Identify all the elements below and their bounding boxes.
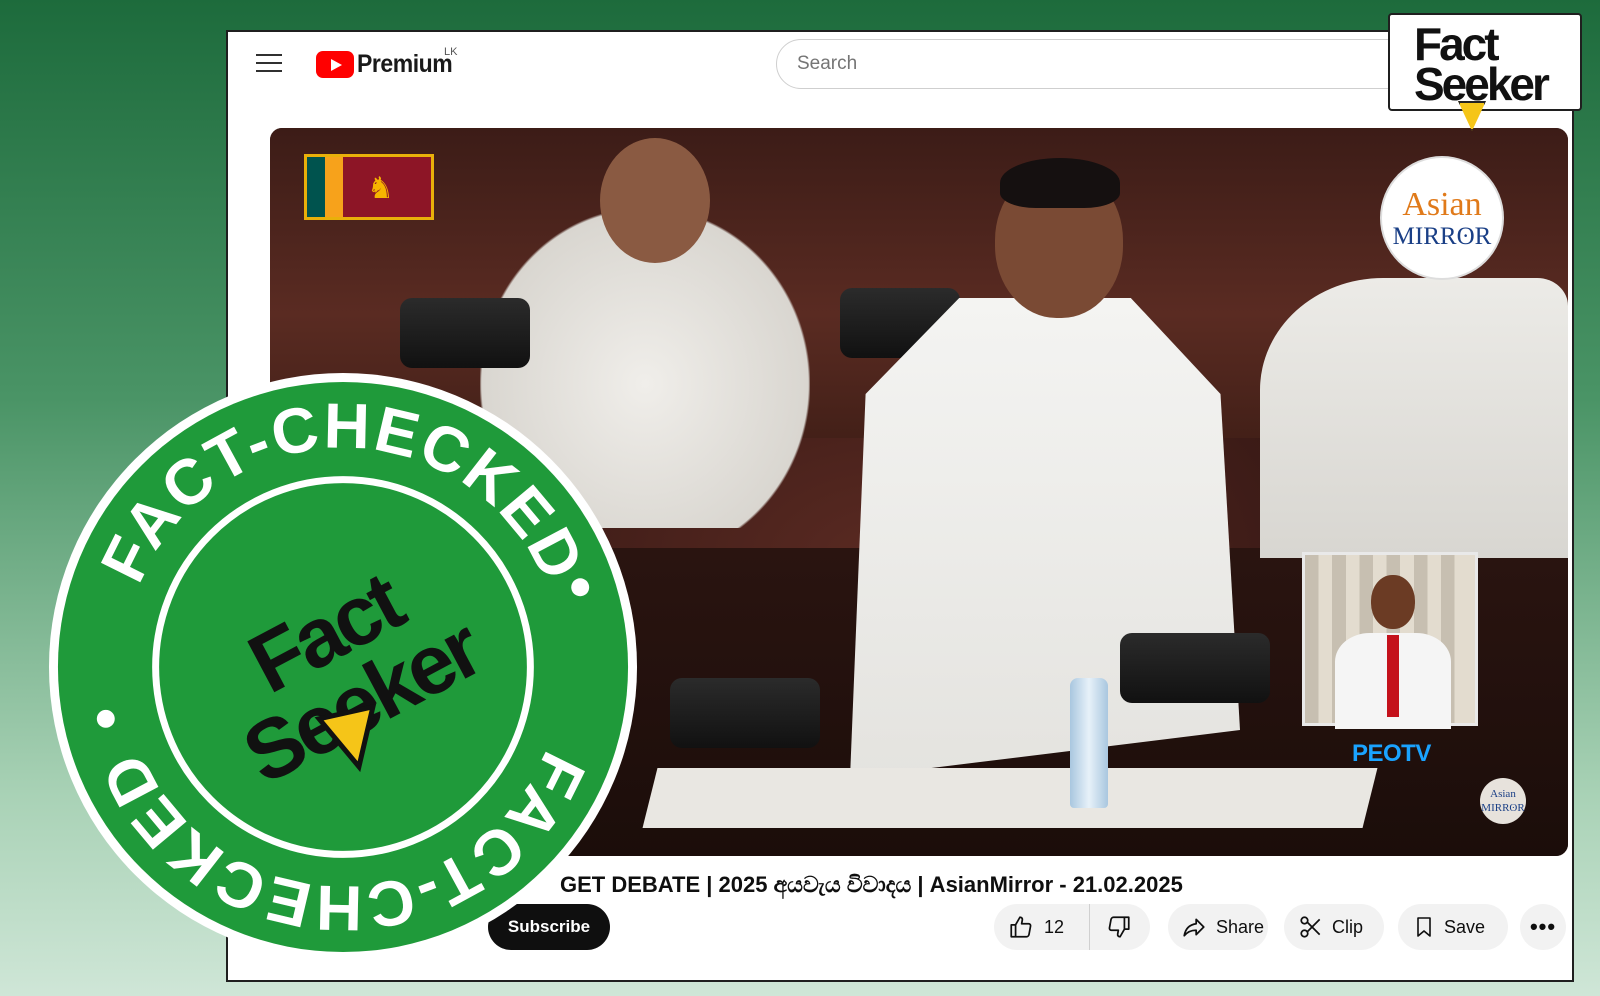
clip-label: Clip <box>1332 916 1364 937</box>
thumbs-down-icon <box>1108 916 1130 938</box>
region-label: LK <box>444 46 458 58</box>
asian-mirror-logo: Asian MIRRʘR <box>1382 158 1502 278</box>
dislike-button[interactable] <box>1090 904 1132 950</box>
top-bar: Premium LK <box>228 32 1572 102</box>
seated-member-left-head <box>600 138 710 263</box>
broadcaster-logo: PEOTV <box>1352 740 1431 767</box>
clip-button[interactable]: Clip <box>1284 904 1384 950</box>
save-label: Save <box>1444 916 1486 937</box>
desk-lamp <box>400 298 530 368</box>
desk-lamp <box>1120 633 1270 703</box>
hamburger-menu-icon[interactable] <box>256 54 282 76</box>
scissors-icon <box>1300 916 1321 938</box>
sri-lanka-flag-icon: ♞ <box>304 154 434 220</box>
like-button[interactable]: 12 <box>994 904 1090 950</box>
desk-lamp <box>670 678 820 748</box>
thumbs-up-icon <box>1010 916 1032 938</box>
share-label: Share <box>1216 916 1265 937</box>
bookmark-icon <box>1417 917 1431 937</box>
brand-label: Premium <box>357 50 453 78</box>
video-title: GET DEBATE | 2025 අයවැය විවාදය | AsianMi… <box>560 872 1183 897</box>
papers-on-desk <box>642 768 1378 828</box>
more-actions-button[interactable]: ••• <box>1520 904 1566 950</box>
stamp-dot <box>571 578 590 597</box>
asian-mirror-small-logo: Asian MIRRʘR <box>1480 778 1526 824</box>
save-button[interactable]: Save <box>1398 904 1508 950</box>
speaking-member-hair <box>1000 158 1120 208</box>
search-input[interactable] <box>776 39 1416 89</box>
like-dislike-group: 12 <box>994 904 1150 950</box>
seated-member-right <box>1260 278 1568 558</box>
fact-checked-stamp: FACT-CHECKED FACT-CHECKED Fact Seeker <box>48 372 638 962</box>
like-count: 12 <box>1044 916 1065 937</box>
youtube-logo[interactable]: Premium <box>316 50 460 79</box>
sign-language-interpreter <box>1302 552 1478 729</box>
water-bottle <box>1070 678 1108 808</box>
speaking-member <box>850 298 1240 778</box>
share-icon <box>1183 918 1205 937</box>
share-button[interactable]: Share <box>1168 904 1268 950</box>
fact-seeker-watermark: Fact Seeker <box>1388 13 1582 131</box>
youtube-play-icon <box>316 51 354 78</box>
stamp-dot <box>96 709 115 728</box>
